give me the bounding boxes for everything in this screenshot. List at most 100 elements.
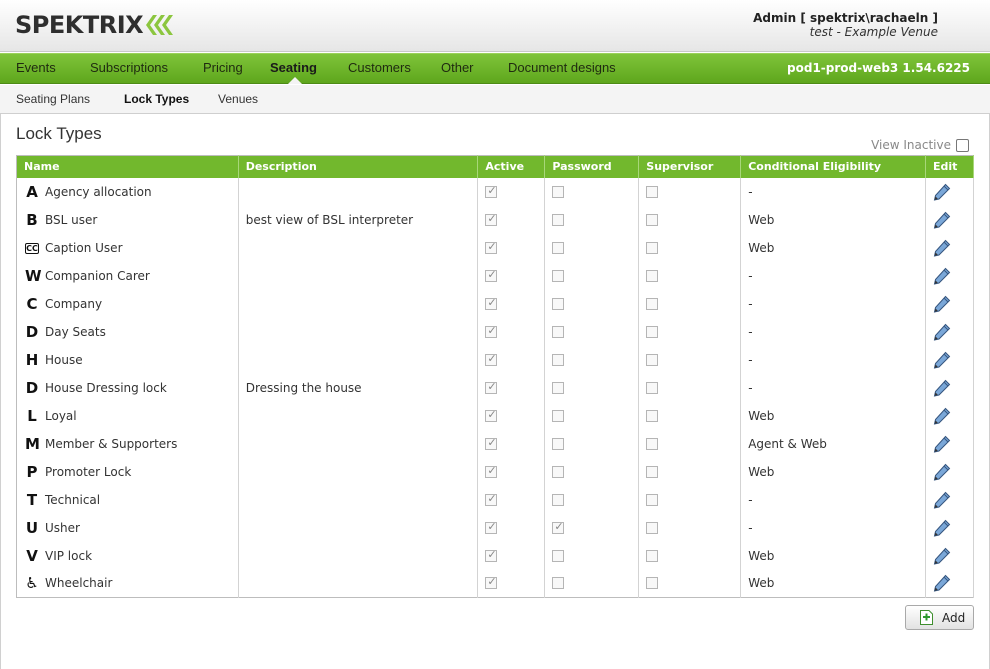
spektrix-logo[interactable]: SPEKTRIX [15,11,174,39]
lock-type-name: Caption User [45,240,123,255]
cell-edit [925,541,975,570]
cell-password [544,401,640,430]
cell-active [477,373,546,402]
cell-name: ♿ Wheelchair [16,569,239,598]
add-button[interactable]: Add [905,605,974,630]
cell-name: V VIP lock [16,541,239,570]
table-header-row: Name Description Active Password Supervi… [16,155,975,178]
cell-supervisor [638,233,742,262]
nav-pricing[interactable]: Pricing [203,60,243,75]
cell-description [238,485,479,514]
col-header-name[interactable]: Name [16,155,239,178]
cell-edit [925,261,975,290]
view-inactive-checkbox[interactable] [956,138,969,152]
password-checkbox [552,549,565,562]
supervisor-checkbox [646,353,659,366]
cell-password [544,261,640,290]
cell-description [238,177,479,206]
col-header-description[interactable]: Description [238,155,479,178]
active-checkbox [485,352,498,366]
view-inactive-toggle[interactable]: View Inactive [871,138,969,152]
pencil-edit-icon[interactable] [933,211,951,229]
pencil-edit-icon[interactable] [933,323,951,341]
cell-edit [925,205,975,234]
pencil-edit-icon[interactable] [933,295,951,313]
pencil-edit-icon[interactable] [933,183,951,201]
pencil-edit-icon[interactable] [933,267,951,285]
pencil-edit-icon[interactable] [933,463,951,481]
lock-type-name: Agency allocation [45,184,152,199]
cell-password [544,429,640,458]
cell-edit [925,373,975,402]
main-nav: Events Subscriptions Pricing Seating Cus… [0,53,990,84]
col-header-supervisor[interactable]: Supervisor [638,155,742,178]
pencil-edit-icon[interactable] [933,519,951,537]
cell-name: C Company [16,289,239,318]
pencil-edit-icon[interactable] [933,574,951,592]
nav-other[interactable]: Other [441,60,474,75]
col-header-eligibility[interactable]: Conditional Eligibility [740,155,926,178]
nav-subscriptions[interactable]: Subscriptions [90,60,168,75]
cell-supervisor [638,457,742,486]
pencil-edit-icon[interactable] [933,547,951,565]
lock-type-name: House Dressing lock [45,380,167,395]
nav-document-designs[interactable]: Document designs [508,60,616,75]
active-checkbox [485,212,498,226]
nav-customers[interactable]: Customers [348,60,411,75]
logo-text: SPEKTRIX [15,11,144,39]
table-row: D Day Seats - [16,317,975,346]
cell-edit [925,457,975,486]
cell-password [544,513,640,542]
col-header-password[interactable]: Password [544,155,640,178]
cell-active [477,513,546,542]
pencil-edit-icon[interactable] [933,435,951,453]
cell-edit [925,345,975,374]
cell-eligibility: Web [740,233,926,262]
col-header-active[interactable]: Active [477,155,546,178]
nav-events[interactable]: Events [16,60,56,75]
pencil-edit-icon[interactable] [933,491,951,509]
lock-type-name: VIP lock [45,548,93,563]
cell-name: H House [16,345,239,374]
cell-password [544,373,640,402]
lock-type-name: Wheelchair [45,576,113,591]
subnav-lock-types[interactable]: Lock Types [124,92,189,106]
active-checkbox [485,548,498,562]
cell-supervisor [638,513,742,542]
cell-active [477,569,546,598]
password-checkbox [552,325,565,338]
cell-supervisor [638,429,742,458]
pencil-edit-icon[interactable] [933,239,951,257]
table-row: T Technical - [16,485,975,514]
table-row: D House Dressing lock Dressing the house - [16,373,975,402]
view-inactive-label: View Inactive [871,138,951,152]
cell-name: CC Caption User [16,233,239,262]
active-checkbox [485,492,498,506]
subnav-seating-plans[interactable]: Seating Plans [16,92,90,106]
password-checkbox [552,269,565,282]
cell-eligibility: Agent & Web [740,429,926,458]
lock-type-name: Loyal [45,408,77,423]
table-row: H House - [16,345,975,374]
cell-name: D House Dressing lock [16,373,239,402]
cell-supervisor [638,289,742,318]
cell-eligibility: Web [740,541,926,570]
cell-edit [925,429,975,458]
nav-seating[interactable]: Seating [270,60,317,75]
lock-symbol-icon: M [25,434,40,453]
table-row: B BSL user best view of BSL interpreter Web [16,205,975,234]
lock-symbol-icon: V [26,546,38,565]
user-account[interactable]: Admin [ spektrix\rachaeln ] [753,11,938,25]
lock-symbol-icon: CC [25,242,39,254]
password-checkbox [552,437,565,450]
lock-symbol-icon: T [26,490,38,509]
active-checkbox [485,296,498,310]
active-checkbox [485,436,498,450]
subnav-venues[interactable]: Venues [218,92,258,106]
pencil-edit-icon[interactable] [933,407,951,425]
cell-edit [925,233,975,262]
pencil-edit-icon[interactable] [933,351,951,369]
lock-symbol-icon: C [26,294,38,313]
pencil-edit-icon[interactable] [933,379,951,397]
active-checkbox [485,520,498,534]
